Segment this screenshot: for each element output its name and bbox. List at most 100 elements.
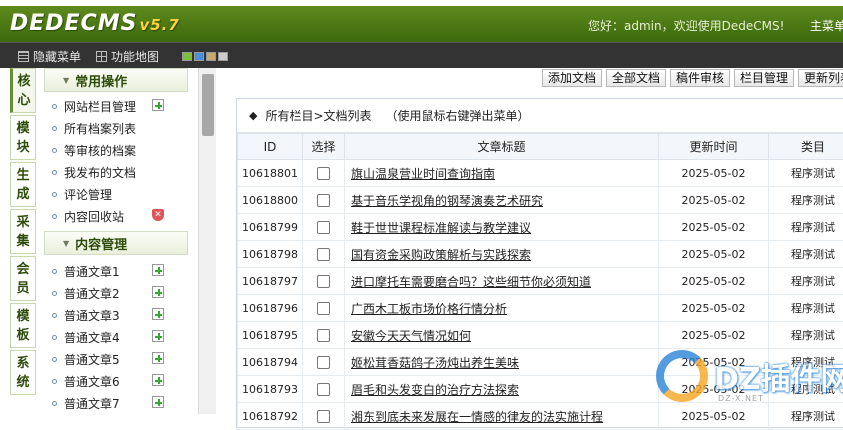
add-icon[interactable] xyxy=(152,396,164,408)
action-button[interactable]: 稿件审核 xyxy=(670,69,730,87)
action-button[interactable]: 更新列表 xyxy=(798,69,843,87)
add-icon[interactable] xyxy=(152,330,164,342)
select-checkbox[interactable] xyxy=(317,410,330,423)
select-checkbox[interactable] xyxy=(317,194,330,207)
theme-swatch[interactable] xyxy=(206,52,216,61)
menu-item[interactable]: 普通文章1 xyxy=(44,260,188,282)
collapse-icon: ▼ xyxy=(63,76,69,85)
action-button[interactable]: 全部文档 xyxy=(606,69,666,87)
breadcrumb-text[interactable]: 所有栏目>文档列表 xyxy=(265,107,371,124)
doc-id: 10618793 xyxy=(238,376,303,403)
hide-menu-label: 隐藏菜单 xyxy=(33,48,81,65)
doc-title-link[interactable]: 进口摩托车需要磨合吗？这些细节你必须知道 xyxy=(345,268,659,295)
table-row[interactable]: 10618797进口摩托车需要磨合吗？这些细节你必须知道2025-05-02程序… xyxy=(238,268,843,295)
nav-tab[interactable]: 系统 xyxy=(10,350,36,395)
select-checkbox[interactable] xyxy=(317,248,330,261)
menu-section-header[interactable]: ▼ 常用操作 xyxy=(44,68,188,92)
add-icon[interactable] xyxy=(152,264,164,276)
doc-title-link[interactable]: 旗山温泉营业时间查询指南 xyxy=(345,160,659,187)
add-icon[interactable] xyxy=(152,308,164,320)
menu-item[interactable]: 普通文章3 xyxy=(44,304,188,326)
table-row[interactable]: 10618800基于音乐学视角的钢琴演奏艺术研究2025-05-02程序测试 xyxy=(238,187,843,214)
nav-tab[interactable]: 核心 xyxy=(10,68,36,113)
sidebar-scrollbar[interactable] xyxy=(198,68,216,414)
nav-tab[interactable]: 模板 xyxy=(10,303,36,348)
menu-item[interactable]: 我发布的文档 xyxy=(44,161,188,183)
table-row[interactable]: 10618798国有资金采购政策解析与实践探索2025-05-02程序测试 xyxy=(238,241,843,268)
select-checkbox[interactable] xyxy=(317,383,330,396)
add-icon[interactable] xyxy=(152,286,164,298)
menu-section-title: 常用操作 xyxy=(75,71,127,90)
select-checkbox[interactable] xyxy=(317,302,330,315)
menu-item-label: 网站栏目管理 xyxy=(64,98,136,115)
table-row[interactable]: 10618799鞋于世世课程标准解读与教学建议2025-05-02程序测试 xyxy=(238,214,843,241)
doc-title-link[interactable]: 安徽今天天气情况如何 xyxy=(345,322,659,349)
scrollbar-thumb[interactable] xyxy=(202,74,214,136)
menu-item-label: 普通文章3 xyxy=(64,307,120,324)
menu-item[interactable]: 等审核的档案 xyxy=(44,139,188,161)
bullet-icon xyxy=(52,104,57,109)
menu-item[interactable]: 评论管理 xyxy=(44,183,188,205)
bullet-icon xyxy=(52,357,57,362)
menu-section-header[interactable]: ▼内容管理 xyxy=(44,231,188,255)
select-cell xyxy=(303,403,345,430)
select-checkbox[interactable] xyxy=(317,167,330,180)
menu-section-title: 内容管理 xyxy=(75,234,127,253)
table-row[interactable]: 10618795安徽今天天气情况如何2025-05-02程序测试 xyxy=(238,322,843,349)
doc-date: 2025-05-02 xyxy=(659,241,769,268)
bullet-icon xyxy=(52,269,57,274)
doc-title-link[interactable]: 鞋于世世课程标准解读与教学建议 xyxy=(345,214,659,241)
menu-item[interactable]: 普通文章2 xyxy=(44,282,188,304)
nav-tab-label: 模块 xyxy=(16,119,30,157)
doc-category: 程序测试 xyxy=(769,322,843,349)
table-row[interactable]: 10618801旗山温泉营业时间查询指南2025-05-02程序测试 xyxy=(238,160,843,187)
bullet-icon xyxy=(52,126,57,131)
select-checkbox[interactable] xyxy=(317,356,330,369)
menu-item[interactable]: 普通文章4 xyxy=(44,326,188,348)
menu-item[interactable]: 普通文章6 xyxy=(44,370,188,392)
site-watermark: DZ插件网 DZ-X.NET xyxy=(656,350,843,414)
theme-swatch[interactable] xyxy=(194,52,204,61)
doc-title-link[interactable]: 广西木工板市场价格行情分析 xyxy=(345,295,659,322)
doc-title-link[interactable]: 基于音乐学视角的钢琴演奏艺术研究 xyxy=(345,187,659,214)
table-row[interactable]: 10618796广西木工板市场价格行情分析2025-05-02程序测试 xyxy=(238,295,843,322)
menu-item[interactable]: 所有档案列表 xyxy=(44,117,188,139)
select-checkbox[interactable] xyxy=(317,275,330,288)
feature-map-button[interactable]: 功能地图 xyxy=(96,48,159,65)
doc-title-link[interactable]: 湘东到底未来发展在一情感的律友的法实施计程 xyxy=(345,403,659,430)
add-icon[interactable] xyxy=(152,352,164,364)
select-checkbox[interactable] xyxy=(317,329,330,342)
action-button[interactable]: 栏目管理 xyxy=(734,69,794,87)
doc-category: 程序测试 xyxy=(769,268,843,295)
select-cell xyxy=(303,241,345,268)
nav-tab[interactable]: 生成 xyxy=(10,162,36,207)
nav-tab[interactable]: 模块 xyxy=(10,115,36,160)
doc-title-link[interactable]: 姬松茸香菇鸽子汤炖出养生美味 xyxy=(345,349,659,376)
bullet-icon xyxy=(52,379,57,384)
select-checkbox[interactable] xyxy=(317,221,330,234)
add-icon[interactable] xyxy=(152,99,164,111)
theme-swatches xyxy=(182,52,228,61)
action-button[interactable]: 添加文档 xyxy=(542,69,602,87)
nav-tab-label: 生成 xyxy=(16,166,30,204)
menu-item-label: 普通文章2 xyxy=(64,285,120,302)
theme-swatch[interactable] xyxy=(182,52,192,61)
menu-item[interactable]: 网站栏目管理 xyxy=(44,95,188,117)
hide-menu-button[interactable]: 隐藏菜单 xyxy=(18,48,81,65)
nav-tab[interactable]: 采集 xyxy=(10,209,36,254)
theme-swatch[interactable] xyxy=(218,52,228,61)
column-header: 文章标题 xyxy=(345,134,659,160)
doc-title-link[interactable]: 眉毛和头发变白的治疗方法探索 xyxy=(345,376,659,403)
main-menu-link[interactable]: 主菜单 xyxy=(810,17,843,34)
menu-item-label: 评论管理 xyxy=(64,186,112,203)
nav-tab-label: 模板 xyxy=(16,307,30,345)
nav-tab[interactable]: 会员 xyxy=(10,256,36,301)
menu-item[interactable]: 内容回收站✕ xyxy=(44,205,188,227)
add-icon[interactable] xyxy=(152,374,164,386)
menu-item[interactable]: 普通文章7 xyxy=(44,392,188,414)
doc-title-link[interactable]: 国有资金采购政策解析与实践探索 xyxy=(345,241,659,268)
trash-icon[interactable]: ✕ xyxy=(152,209,164,221)
menu-item[interactable]: 普通文章5 xyxy=(44,348,188,370)
bullet-icon xyxy=(52,148,57,153)
logo-text: DEDECMS xyxy=(10,11,137,36)
